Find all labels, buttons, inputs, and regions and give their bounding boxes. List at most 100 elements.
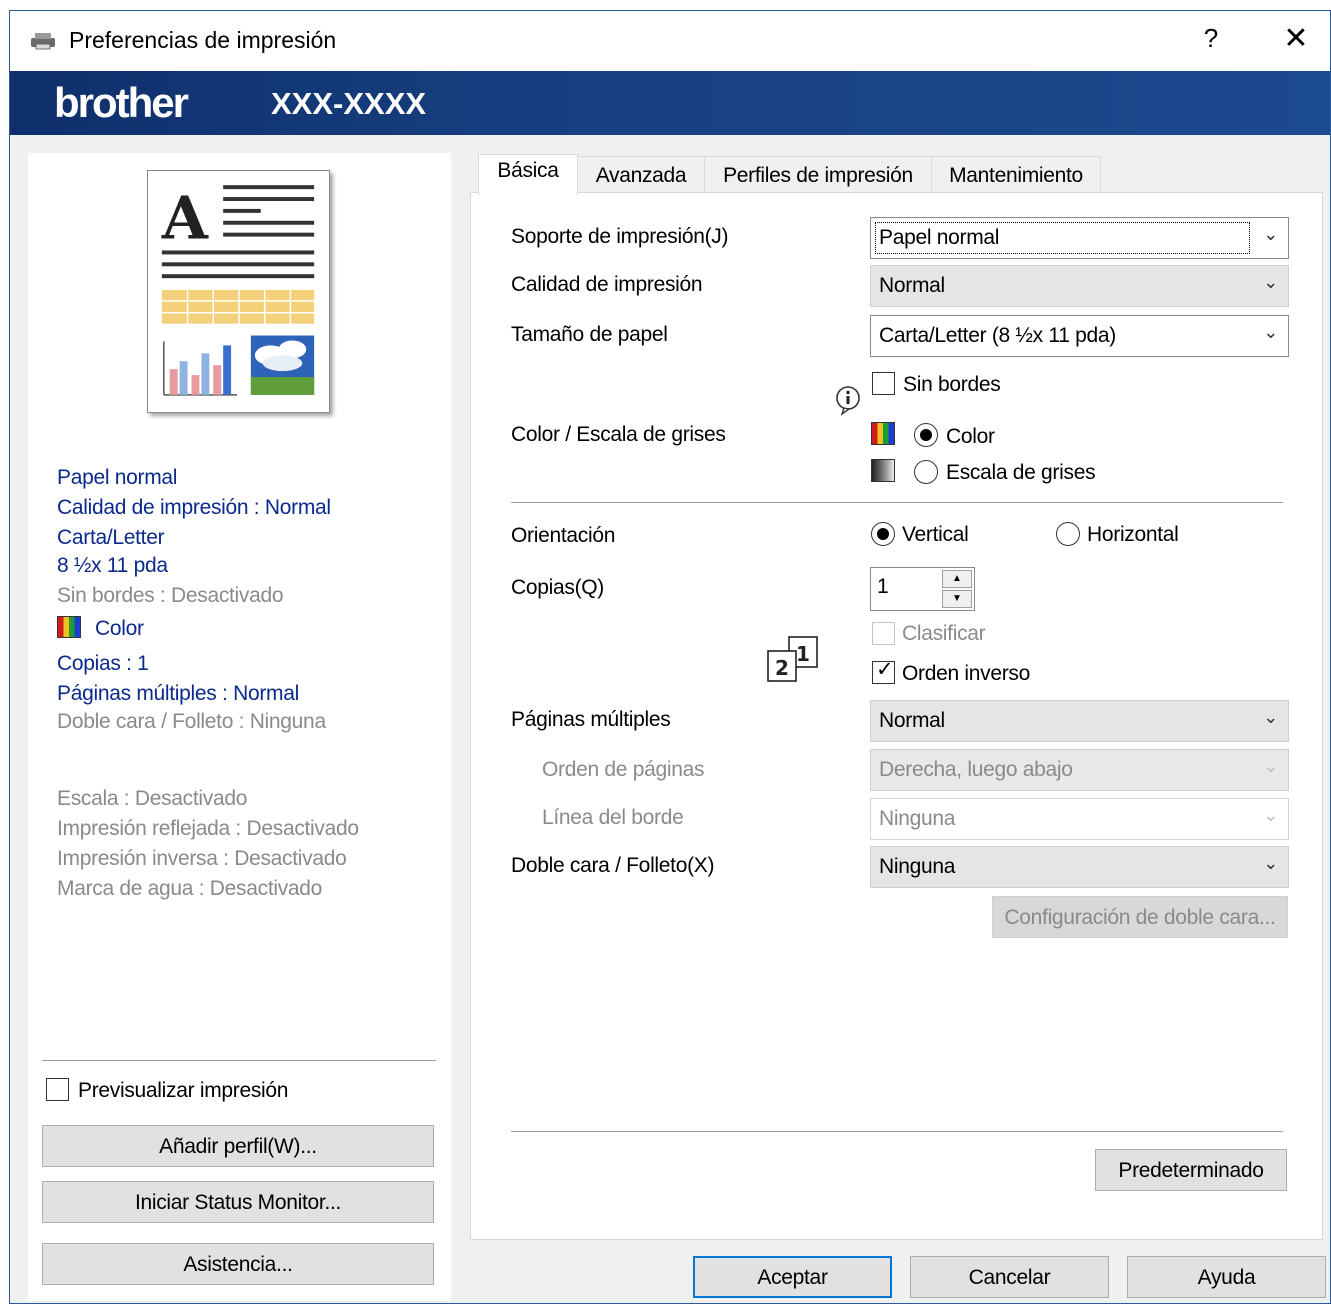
default-button[interactable]: Predeterminado xyxy=(1095,1149,1287,1191)
borderless-label: Sin bordes xyxy=(903,373,1001,396)
summary-reverse: Impresión inversa : Desactivado xyxy=(57,847,347,870)
color-radio-label: Color xyxy=(946,425,995,448)
multiple-pages-label: Páginas múltiples xyxy=(511,708,671,731)
summary-copies: Copias : 1 xyxy=(57,652,149,675)
tab-basic[interactable]: Básica xyxy=(478,154,578,195)
collate-checkbox[interactable] xyxy=(872,622,895,645)
add-profile-button[interactable]: Añadir perfil(W)... xyxy=(42,1125,434,1167)
border-line-label: Línea del borde xyxy=(542,806,684,829)
page-preview-image: A xyxy=(147,170,330,413)
page-number-1: 1 xyxy=(796,642,810,666)
media-type-select[interactable]: Papel normal ⌄ xyxy=(870,217,1289,259)
page-order-select[interactable]: Derecha, luego abajo ⌄ xyxy=(870,749,1289,791)
settings-summary-panel: A Papel normal Calidad de impresión: No… xyxy=(28,153,451,1301)
section-divider xyxy=(511,502,1283,503)
landscape-radio[interactable] xyxy=(1056,522,1080,546)
print-preferences-window: Preferencias de impresión ? ✕ brother XX… xyxy=(9,10,1331,1304)
paper-size-value: Carta/Letter (8 ½x 11 pda) xyxy=(879,324,1116,347)
summary-paper-size: Carta/Letter xyxy=(57,526,165,549)
reverse-order-checkbox[interactable]: ✓ xyxy=(872,659,895,684)
bottom-divider xyxy=(511,1131,1283,1132)
duplex-select[interactable]: Ninguna ⌄ xyxy=(870,846,1289,888)
collate-label: Clasificar xyxy=(902,622,986,645)
portrait-label: Vertical xyxy=(902,523,969,546)
summary-quality: Calidad de impresión : Normal xyxy=(57,496,331,519)
color-swatch-icon xyxy=(871,422,895,445)
help-button[interactable]: Ayuda xyxy=(1127,1256,1326,1298)
grayscale-swatch-icon xyxy=(871,459,895,482)
color-mode-label: Color / Escala de grises xyxy=(511,423,726,446)
radio-selected-dot xyxy=(920,429,932,441)
help-icon[interactable]: ? xyxy=(1196,23,1226,54)
summary-color: Color xyxy=(57,616,144,641)
reverse-order-label: Orden inverso xyxy=(902,662,1030,685)
grayscale-radio[interactable] xyxy=(914,460,938,484)
summary-paper-dimensions: 8 ½x 11 pda xyxy=(57,554,168,577)
copies-label: Copias(Q) xyxy=(511,576,604,599)
title-bar: Preferencias de impresión ? ✕ xyxy=(10,11,1330,71)
chevron-down-icon: ⌄ xyxy=(1263,853,1278,873)
brand-banner: brother XXX-XXXX xyxy=(10,71,1330,135)
chevron-down-icon: ⌄ xyxy=(1263,224,1278,244)
multiple-pages-icon: 1 2 xyxy=(767,636,818,682)
summary-watermark: Marca de agua : Desactivado xyxy=(57,877,323,900)
summary-multiple-pages: Páginas múltiples : Normal xyxy=(57,682,299,705)
summary-mirror: Impresión reflejada : Desactivado xyxy=(57,817,359,840)
borderless-checkbox[interactable] xyxy=(872,372,895,395)
ok-button[interactable]: Aceptar xyxy=(693,1256,892,1298)
left-panel-divider xyxy=(42,1060,436,1061)
info-icon[interactable] xyxy=(832,383,865,416)
page-order-value: Derecha, luego abajo xyxy=(879,758,1073,781)
paper-size-label: Tamaño de papel xyxy=(511,323,668,346)
media-type-label: Soporte de impresión(J) xyxy=(511,225,729,248)
chevron-down-icon: ⌄ xyxy=(1263,272,1278,292)
orientation-label: Orientación xyxy=(511,524,616,547)
border-line-select[interactable]: Ninguna ⌄ xyxy=(870,798,1289,840)
copies-spinner[interactable]: 1 ▲ ▼ xyxy=(870,567,975,611)
border-line-value: Ninguna xyxy=(879,807,956,830)
close-icon[interactable]: ✕ xyxy=(1278,21,1314,56)
chevron-down-icon: ⌄ xyxy=(1263,322,1278,342)
spinner-up-icon[interactable]: ▲ xyxy=(942,570,972,588)
multiple-pages-value: Normal xyxy=(879,709,945,732)
printer-icon xyxy=(31,33,55,50)
status-monitor-button[interactable]: Iniciar Status Monitor... xyxy=(42,1181,434,1223)
tab-print-profiles[interactable]: Perfiles de impresión xyxy=(704,156,932,193)
summary-duplex: Doble cara / Folleto : Ninguna xyxy=(57,710,326,733)
window-title: Preferencias de impresión xyxy=(69,27,337,53)
chevron-down-icon: ⌄ xyxy=(1263,707,1278,727)
color-radio[interactable] xyxy=(914,423,938,447)
model-name: XXX-XXXX xyxy=(271,86,427,121)
copies-value: 1 xyxy=(877,575,889,598)
portrait-radio[interactable] xyxy=(871,522,895,546)
print-quality-select[interactable]: Normal ⌄ xyxy=(870,265,1289,307)
chevron-down-icon: ⌄ xyxy=(1263,756,1278,776)
support-button[interactable]: Asistencia... xyxy=(42,1243,434,1285)
cancel-button[interactable]: Cancelar xyxy=(910,1256,1109,1298)
print-quality-label: Calidad de impresión xyxy=(511,273,703,296)
landscape-label: Horizontal xyxy=(1087,523,1179,546)
summary-media: Papel normal xyxy=(57,466,178,489)
page-number-2: 2 xyxy=(775,656,789,680)
multiple-pages-select[interactable]: Normal ⌄ xyxy=(870,700,1289,742)
chevron-down-icon: ⌄ xyxy=(1263,805,1278,825)
print-preview-label: Previsualizar impresión xyxy=(78,1079,289,1102)
tab-advanced[interactable]: Avanzada xyxy=(577,156,705,193)
spinner-down-icon[interactable]: ▼ xyxy=(942,590,972,608)
grayscale-radio-label: Escala de grises xyxy=(946,461,1096,484)
duplex-settings-button[interactable]: Configuración de doble cara... xyxy=(992,896,1288,938)
color-swatch-icon xyxy=(57,616,81,638)
paper-size-select[interactable]: Carta/Letter (8 ½x 11 pda) ⌄ xyxy=(870,315,1289,357)
page-order-label: Orden de páginas xyxy=(542,758,705,781)
print-quality-value: Normal xyxy=(879,274,945,297)
summary-scaling: Escala : Desactivado xyxy=(57,787,248,810)
focus-rect xyxy=(875,222,1250,254)
duplex-label: Doble cara / Folleto(X) xyxy=(511,854,715,877)
spinner-buttons: ▲ ▼ xyxy=(942,570,972,608)
print-preview-checkbox[interactable] xyxy=(46,1078,69,1101)
radio-selected-dot xyxy=(877,528,889,540)
summary-color-label: Color xyxy=(95,617,144,640)
tab-maintenance[interactable]: Mantenimiento xyxy=(931,156,1101,193)
summary-borderless: Sin bordes : Desactivado xyxy=(57,584,284,607)
brand-logo: brother xyxy=(54,79,189,126)
